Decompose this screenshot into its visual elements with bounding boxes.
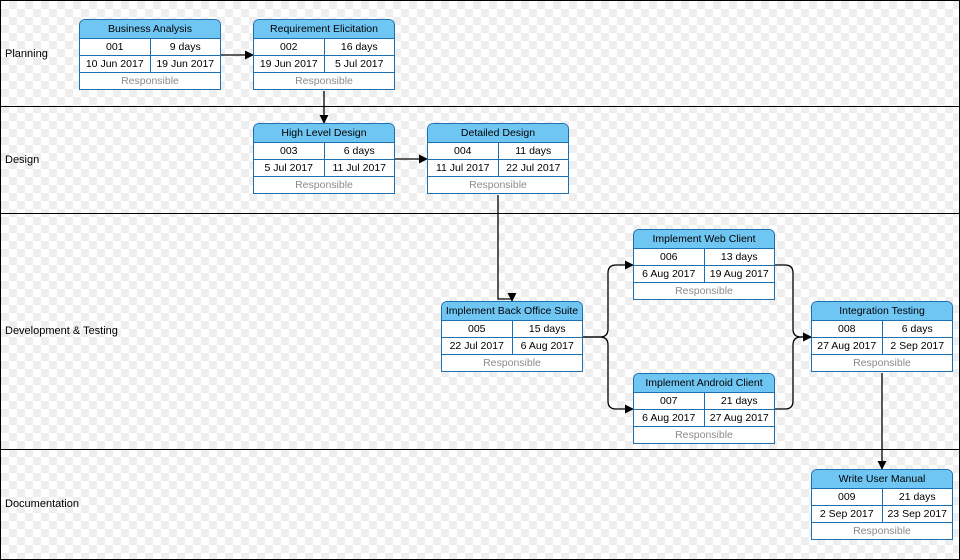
task-duration: 6 days <box>883 321 953 337</box>
task-title: Implement Android Client <box>634 374 774 393</box>
lane-label-documentation: Documentation <box>5 449 79 559</box>
task-id: 003 <box>254 143 325 159</box>
task-start: 27 Aug 2017 <box>812 338 883 354</box>
task-id: 002 <box>254 39 325 55</box>
task-responsible: Responsible <box>442 355 582 371</box>
task-responsible: Responsible <box>254 73 394 89</box>
task-end: 23 Sep 2017 <box>883 506 953 522</box>
task-duration: 15 days <box>513 321 583 337</box>
task-node-001[interactable]: Business Analysis0019 days10 Jun 201719 … <box>79 19 221 90</box>
task-node-007[interactable]: Implement Android Client00721 days6 Aug … <box>633 373 775 444</box>
task-end: 27 Aug 2017 <box>705 410 775 426</box>
task-responsible: Responsible <box>634 427 774 443</box>
task-title: Business Analysis <box>80 20 220 39</box>
task-title: High Level Design <box>254 124 394 143</box>
task-end: 5 Jul 2017 <box>325 56 395 72</box>
task-end: 22 Jul 2017 <box>499 160 569 176</box>
task-id: 001 <box>80 39 151 55</box>
lane-separator <box>1 106 959 107</box>
task-id: 009 <box>812 489 883 505</box>
task-responsible: Responsible <box>428 177 568 193</box>
edge-n004-n005 <box>498 195 512 301</box>
task-start: 6 Aug 2017 <box>634 410 705 426</box>
task-id: 007 <box>634 393 705 409</box>
task-start: 6 Aug 2017 <box>634 266 705 282</box>
task-duration: 21 days <box>883 489 953 505</box>
task-node-009[interactable]: Write User Manual00921 days2 Sep 201723 … <box>811 469 953 540</box>
task-start: 19 Jun 2017 <box>254 56 325 72</box>
task-id: 005 <box>442 321 513 337</box>
task-responsible: Responsible <box>812 355 952 371</box>
lane-separator <box>1 213 959 214</box>
task-responsible: Responsible <box>634 283 774 299</box>
task-node-005[interactable]: Implement Back Office Suite00515 days22 … <box>441 301 583 372</box>
task-end: 6 Aug 2017 <box>513 338 583 354</box>
edge-n005-n006 <box>583 265 633 337</box>
task-responsible: Responsible <box>80 73 220 89</box>
task-duration: 11 days <box>499 143 569 159</box>
task-responsible: Responsible <box>812 523 952 539</box>
task-start: 2 Sep 2017 <box>812 506 883 522</box>
task-title: Implement Web Client <box>634 230 774 249</box>
task-duration: 16 days <box>325 39 395 55</box>
task-node-008[interactable]: Integration Testing0086 days27 Aug 20172… <box>811 301 953 372</box>
task-responsible: Responsible <box>254 177 394 193</box>
task-id: 008 <box>812 321 883 337</box>
task-id: 004 <box>428 143 499 159</box>
task-end: 19 Aug 2017 <box>705 266 775 282</box>
task-start: 5 Jul 2017 <box>254 160 325 176</box>
task-start: 22 Jul 2017 <box>442 338 513 354</box>
task-node-004[interactable]: Detailed Design00411 days11 Jul 201722 J… <box>427 123 569 194</box>
task-title: Write User Manual <box>812 470 952 489</box>
task-start: 10 Jun 2017 <box>80 56 151 72</box>
task-title: Detailed Design <box>428 124 568 143</box>
lane-label-planning: Planning <box>5 1 48 106</box>
task-id: 006 <box>634 249 705 265</box>
lane-separator <box>1 449 959 450</box>
task-duration: 6 days <box>325 143 395 159</box>
pert-canvas: PlanningDesignDevelopment & TestingDocum… <box>0 0 960 560</box>
task-end: 2 Sep 2017 <box>883 338 953 354</box>
task-node-006[interactable]: Implement Web Client00613 days6 Aug 2017… <box>633 229 775 300</box>
task-duration: 21 days <box>705 393 775 409</box>
task-duration: 9 days <box>151 39 221 55</box>
lane-label-design: Design <box>5 106 39 213</box>
task-end: 11 Jul 2017 <box>325 160 395 176</box>
edge-n007-n008 <box>775 337 811 409</box>
task-duration: 13 days <box>705 249 775 265</box>
task-title: Requirement Elicitation <box>254 20 394 39</box>
task-title: Implement Back Office Suite <box>442 302 582 321</box>
task-node-002[interactable]: Requirement Elicitation00216 days19 Jun … <box>253 19 395 90</box>
task-start: 11 Jul 2017 <box>428 160 499 176</box>
edge-n005-n007 <box>583 337 633 409</box>
edge-n006-n008 <box>775 265 811 337</box>
task-title: Integration Testing <box>812 302 952 321</box>
task-end: 19 Jun 2017 <box>151 56 221 72</box>
lane-label-devtest: Development & Testing <box>5 213 118 449</box>
task-node-003[interactable]: High Level Design0036 days5 Jul 201711 J… <box>253 123 395 194</box>
